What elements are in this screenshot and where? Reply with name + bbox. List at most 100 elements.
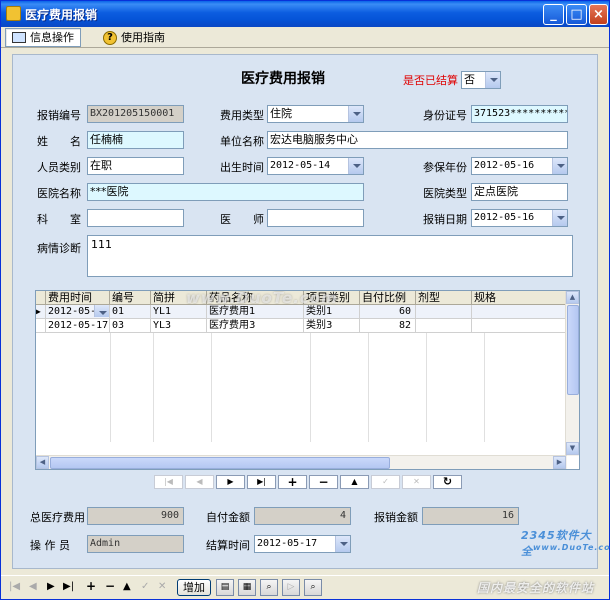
delete-record-icon[interactable]: − — [105, 579, 115, 593]
chevron-down-icon[interactable] — [348, 106, 363, 122]
cancel-record-icon[interactable]: ✕ — [158, 581, 166, 592]
table-row[interactable]: 2012-05-17 03 YL3 医疗费用3 类别3 82 — [36, 319, 569, 333]
table-cell[interactable]: 类别3 — [304, 319, 360, 332]
scroll-thumb[interactable] — [50, 457, 390, 469]
watermark-text: www.DuoTe.com — [186, 290, 338, 307]
doctor-field[interactable] — [267, 209, 364, 227]
insert-icon[interactable]: + — [278, 475, 307, 489]
add-button[interactable]: 增加 — [177, 579, 211, 596]
scroll-thumb[interactable] — [567, 305, 579, 395]
maximize-button[interactable]: □ — [566, 4, 587, 25]
print-preview-icon[interactable]: ▦ — [238, 579, 256, 596]
close-button[interactable]: × — [589, 4, 608, 25]
prev-record-icon[interactable]: ◀ — [29, 581, 37, 592]
help-icon: ? — [103, 30, 117, 45]
table-cell[interactable]: 2012-05-17 — [46, 319, 110, 332]
table-cell[interactable]: 82 — [360, 319, 416, 332]
minimize-button[interactable]: _ — [543, 4, 564, 25]
reimbursed-field[interactable]: 16 — [422, 507, 519, 525]
id-no-field[interactable]: 371523********** — [471, 105, 568, 123]
app-icon — [6, 6, 21, 21]
chevron-down-icon[interactable] — [94, 305, 109, 317]
chevron-down-icon[interactable] — [552, 158, 567, 174]
cancel-icon[interactable]: ✕ — [402, 475, 431, 489]
settle-time-picker[interactable]: 2012-05-17 — [254, 535, 351, 553]
self-pay-field[interactable]: 4 — [254, 507, 351, 525]
brand-url-watermark: www.DuoTe.com — [533, 543, 610, 552]
insured-year-picker[interactable]: 2012-05-16 — [471, 157, 568, 175]
search-icon[interactable]: ⌕ — [260, 579, 278, 596]
birth-date-picker[interactable]: 2012-05-14 — [267, 157, 364, 175]
name-field[interactable]: 任楠楠 — [87, 131, 184, 149]
prev-icon[interactable]: ◀ — [185, 475, 214, 489]
current-row-icon: ▶ — [36, 305, 46, 318]
table-cell[interactable]: 医疗费用3 — [207, 319, 304, 332]
claim-no-field[interactable]: BX201205150001 — [87, 105, 184, 123]
first-icon[interactable]: |◀ — [154, 475, 183, 489]
post-record-icon[interactable]: ✓ — [141, 581, 149, 592]
id-no-label: 身份证号 — [423, 109, 467, 122]
last-record-icon[interactable]: ▶| — [63, 581, 74, 592]
last-icon[interactable]: ▶| — [247, 475, 276, 489]
table-cell[interactable]: 60 — [360, 305, 416, 318]
scroll-left-icon[interactable]: ◀ — [36, 456, 49, 469]
chevron-down-icon[interactable] — [485, 72, 500, 88]
chevron-down-icon[interactable] — [348, 158, 363, 174]
column-header[interactable]: 剂型 — [416, 291, 472, 304]
delete-icon[interactable]: − — [309, 475, 338, 489]
next-icon[interactable]: ▶ — [216, 475, 245, 489]
column-header[interactable]: 规格 — [472, 291, 569, 304]
refresh-icon[interactable]: ↻ — [433, 475, 462, 489]
settled-select[interactable]: 否 — [461, 71, 501, 89]
hospital-type-field[interactable]: 定点医院 — [471, 183, 568, 201]
vertical-scrollbar[interactable]: ▲ ▼ — [565, 291, 579, 456]
total-cost-field[interactable]: 900 — [87, 507, 184, 525]
expense-grid[interactable]: 费用时间 编号 简拼 药品名称 项目类别 自付比例 剂型 规格 ▶ 2012-0… — [35, 290, 580, 470]
row-indicator — [36, 319, 46, 332]
table-row[interactable]: ▶ 2012-05-1 01 YL1 医疗费用1 类别1 60 — [36, 305, 569, 319]
tab-info-operation[interactable]: 信息操作 — [5, 28, 81, 47]
row-indicator-header — [36, 291, 46, 304]
info-icon — [12, 32, 26, 43]
zoom-icon[interactable]: ⌕ — [304, 579, 322, 596]
hospital-name-field[interactable]: ***医院 — [87, 183, 364, 201]
page-title: 医疗费用报销 — [241, 71, 325, 87]
chevron-down-icon[interactable] — [335, 536, 350, 552]
insured-year-label: 参保年份 — [423, 161, 467, 174]
scroll-right-icon[interactable]: ▶ — [553, 456, 566, 469]
table-cell[interactable] — [472, 305, 569, 318]
chevron-down-icon[interactable] — [552, 210, 567, 226]
table-cell[interactable] — [416, 319, 472, 332]
department-field[interactable] — [87, 209, 184, 227]
first-record-icon[interactable]: |◀ — [9, 581, 20, 592]
tab-user-guide[interactable]: ? 使用指南 — [97, 28, 171, 47]
expense-type-select[interactable]: 住院 — [267, 105, 364, 123]
table-cell[interactable]: 2012-05-1 — [46, 305, 110, 318]
scroll-up-icon[interactable]: ▲ — [566, 291, 579, 304]
person-type-field[interactable]: 在职 — [87, 157, 184, 175]
title-bar[interactable]: 医疗费用报销 _ □ × — [1, 1, 609, 27]
expense-type-label: 费用类型 — [220, 109, 264, 122]
horizontal-scrollbar[interactable]: ◀ ▶ — [36, 455, 567, 469]
table-cell[interactable] — [472, 319, 569, 332]
birth-date-label: 出生时间 — [220, 161, 264, 174]
table-cell[interactable] — [416, 305, 472, 318]
column-header[interactable]: 自付比例 — [360, 291, 416, 304]
claim-date-picker[interactable]: 2012-05-16 — [471, 209, 568, 227]
scroll-down-icon[interactable]: ▼ — [566, 442, 579, 455]
next-record-icon[interactable]: ▶ — [47, 581, 55, 592]
column-header[interactable]: 编号 — [110, 291, 151, 304]
operator-field[interactable]: Admin — [87, 535, 184, 553]
table-cell[interactable]: YL3 — [151, 319, 207, 332]
employer-field[interactable]: 宏达电脑服务中心 — [267, 131, 568, 149]
edit-record-icon[interactable]: ▲ — [123, 581, 131, 592]
post-icon[interactable]: ✓ — [371, 475, 400, 489]
table-cell[interactable]: 03 — [110, 319, 151, 332]
table-cell[interactable]: 01 — [110, 305, 151, 318]
column-header[interactable]: 费用时间 — [46, 291, 110, 304]
diagnosis-textarea[interactable]: 111 — [87, 235, 573, 277]
play-icon[interactable]: ▷ — [282, 579, 300, 596]
edit-icon[interactable]: ▲ — [340, 475, 369, 489]
insert-record-icon[interactable]: + — [86, 579, 96, 593]
print-icon[interactable]: ▤ — [216, 579, 234, 596]
